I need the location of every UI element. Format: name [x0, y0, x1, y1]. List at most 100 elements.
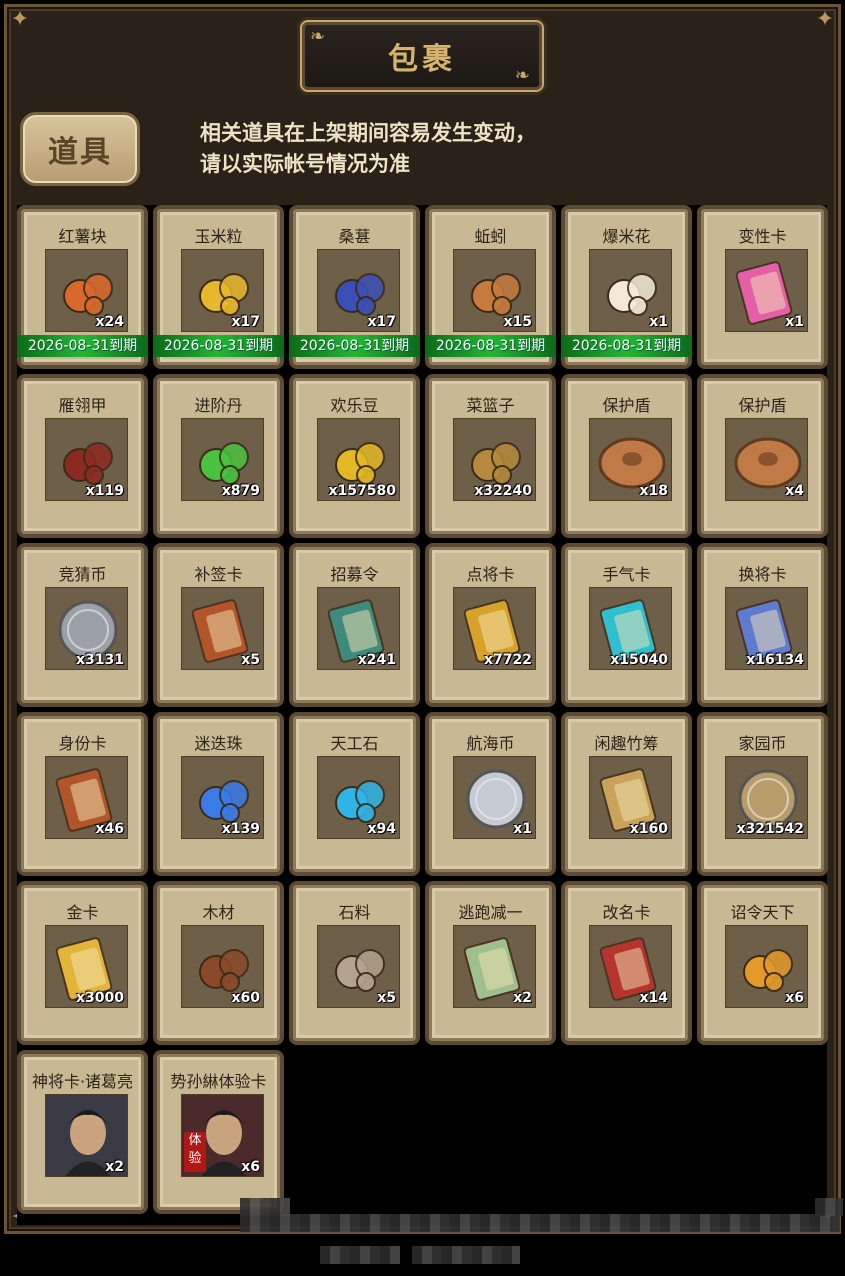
item-name: 金卡	[66, 903, 99, 922]
corner-ornament-icon: ✦	[815, 7, 835, 32]
trial-badge: 体验	[184, 1132, 206, 1172]
expiry-banner: 2026-08-31到期	[561, 335, 692, 357]
item-quantity: x24	[95, 314, 124, 330]
item-icon-frame: x32240	[453, 418, 536, 501]
item-quantity: x7722	[484, 652, 532, 668]
item-quantity: x32240	[474, 483, 532, 499]
item-quantity: x15	[503, 314, 532, 330]
item-quantity: x2	[513, 990, 532, 1006]
item-icon-frame: x4	[725, 418, 808, 501]
item-quantity: x17	[231, 314, 260, 330]
item-icon-frame: x1	[725, 249, 808, 332]
item-card[interactable]: 保护盾 x18	[561, 374, 692, 538]
item-quantity: x1	[785, 314, 804, 330]
item-icon-frame: x2	[453, 925, 536, 1008]
item-card[interactable]: 雁翎甲 x119	[17, 374, 148, 538]
item-card[interactable]: 进阶丹 x879	[153, 374, 284, 538]
item-name: 势孙綝体验卡	[170, 1072, 267, 1091]
item-quantity: x16134	[746, 652, 804, 668]
item-quantity: x119	[85, 483, 124, 499]
item-quantity: x241	[357, 652, 396, 668]
item-quantity: x160	[629, 821, 668, 837]
item-icon-frame: x7722	[453, 587, 536, 670]
item-name: 换将卡	[738, 565, 787, 584]
item-card[interactable]: 爆米花 x1 2026-08-31到期	[561, 205, 692, 369]
corner-ornament-icon: ✦	[10, 7, 30, 32]
item-card[interactable]: 欢乐豆 x157580	[289, 374, 420, 538]
item-card[interactable]: 家园币 x321542	[697, 712, 828, 876]
notice-text: 相关道具在上架期间容易发生变动， 请以实际帐号情况为准	[200, 118, 620, 180]
item-quantity: x94	[367, 821, 396, 837]
item-quantity: x139	[221, 821, 260, 837]
item-card[interactable]: 玉米粒 x17 2026-08-31到期	[153, 205, 284, 369]
item-icon-frame: x157580	[317, 418, 400, 501]
item-icon-frame: x1	[589, 249, 672, 332]
item-icon-frame: x15040	[589, 587, 672, 670]
item-card[interactable]: 红薯块 x24 2026-08-31到期	[17, 205, 148, 369]
item-icon-frame: x17	[317, 249, 400, 332]
item-icon-frame: x16134	[725, 587, 808, 670]
item-name: 石料	[338, 903, 371, 922]
item-quantity: x6	[241, 1159, 260, 1175]
item-card[interactable]: 补签卡 x5	[153, 543, 284, 707]
item-quantity: x2	[105, 1159, 124, 1175]
item-icon-frame: x119	[45, 418, 128, 501]
item-card[interactable]: 天工石 x94	[289, 712, 420, 876]
item-card[interactable]: 点将卡 x7722	[425, 543, 556, 707]
item-card[interactable]: 神将卡·诸葛亮 x2	[17, 1050, 148, 1214]
item-icon-frame: x18	[589, 418, 672, 501]
item-card[interactable]: 换将卡 x16134	[697, 543, 828, 707]
expiry-banner: 2026-08-31到期	[425, 335, 556, 357]
item-card[interactable]: 诏令天下 x6	[697, 881, 828, 1045]
item-icon-frame: x15	[453, 249, 536, 332]
item-card[interactable]: 桑葚 x17 2026-08-31到期	[289, 205, 420, 369]
item-name: 改名卡	[602, 903, 651, 922]
item-card[interactable]: 闲趣竹筹 x160	[561, 712, 692, 876]
item-quantity: x3000	[76, 990, 124, 1006]
item-grid: 红薯块 x24 2026-08-31到期 玉米粒 x17 2026-08-31到期 桑葚 x1…	[17, 205, 828, 1214]
item-name: 家园币	[738, 734, 787, 753]
item-card[interactable]: 逃跑减一 x2	[425, 881, 556, 1045]
item-card[interactable]: 迷迭珠 x139	[153, 712, 284, 876]
item-card[interactable]: 蚯蚓 x15 2026-08-31到期	[425, 205, 556, 369]
item-name: 点将卡	[466, 565, 515, 584]
item-quantity: x5	[241, 652, 260, 668]
item-card[interactable]: 竞猜币 x3131	[17, 543, 148, 707]
item-name: 雁翎甲	[58, 396, 107, 415]
item-icon-frame: x3131	[45, 587, 128, 670]
item-card[interactable]: 菜篮子 x32240	[425, 374, 556, 538]
item-icon-frame: x1	[453, 756, 536, 839]
item-icon-frame: x160	[589, 756, 672, 839]
item-card[interactable]: 金卡 x3000	[17, 881, 148, 1045]
item-icon-frame: 体验 x6	[181, 1094, 264, 1177]
item-quantity: x4	[785, 483, 804, 499]
item-name: 身份卡	[58, 734, 107, 753]
item-card[interactable]: 改名卡 x14	[561, 881, 692, 1045]
item-quantity: x60	[231, 990, 260, 1006]
item-quantity: x15040	[610, 652, 668, 668]
item-card[interactable]: 招募令 x241	[289, 543, 420, 707]
item-name: 招募令	[330, 565, 379, 584]
notice-line-1: 相关道具在上架期间容易发生变动，	[200, 121, 536, 145]
item-card[interactable]: 变性卡 x1	[697, 205, 828, 369]
window-title-plate: ❧ 包裹 ❧	[300, 20, 544, 92]
item-card[interactable]: 保护盾 x4	[697, 374, 828, 538]
item-icon-frame: x3000	[45, 925, 128, 1008]
item-quantity: x3131	[76, 652, 124, 668]
item-card[interactable]: 身份卡 x46	[17, 712, 148, 876]
item-name: 玉米粒	[194, 227, 243, 246]
tab-items[interactable]: 道具	[20, 112, 140, 186]
item-card[interactable]: 航海币 x1	[425, 712, 556, 876]
item-quantity: x18	[639, 483, 668, 499]
item-card[interactable]: 石料 x5	[289, 881, 420, 1045]
item-name: 菜篮子	[466, 396, 515, 415]
item-name: 蚯蚓	[474, 227, 507, 246]
item-quantity: x1	[649, 314, 668, 330]
item-card[interactable]: 手气卡 x15040	[561, 543, 692, 707]
item-icon-frame: x24	[45, 249, 128, 332]
item-icon-frame: x321542	[725, 756, 808, 839]
redacted-area	[412, 1246, 520, 1264]
item-card[interactable]: 势孙綝体验卡体验 x6	[153, 1050, 284, 1214]
item-card[interactable]: 木材 x60	[153, 881, 284, 1045]
item-name: 手气卡	[602, 565, 651, 584]
